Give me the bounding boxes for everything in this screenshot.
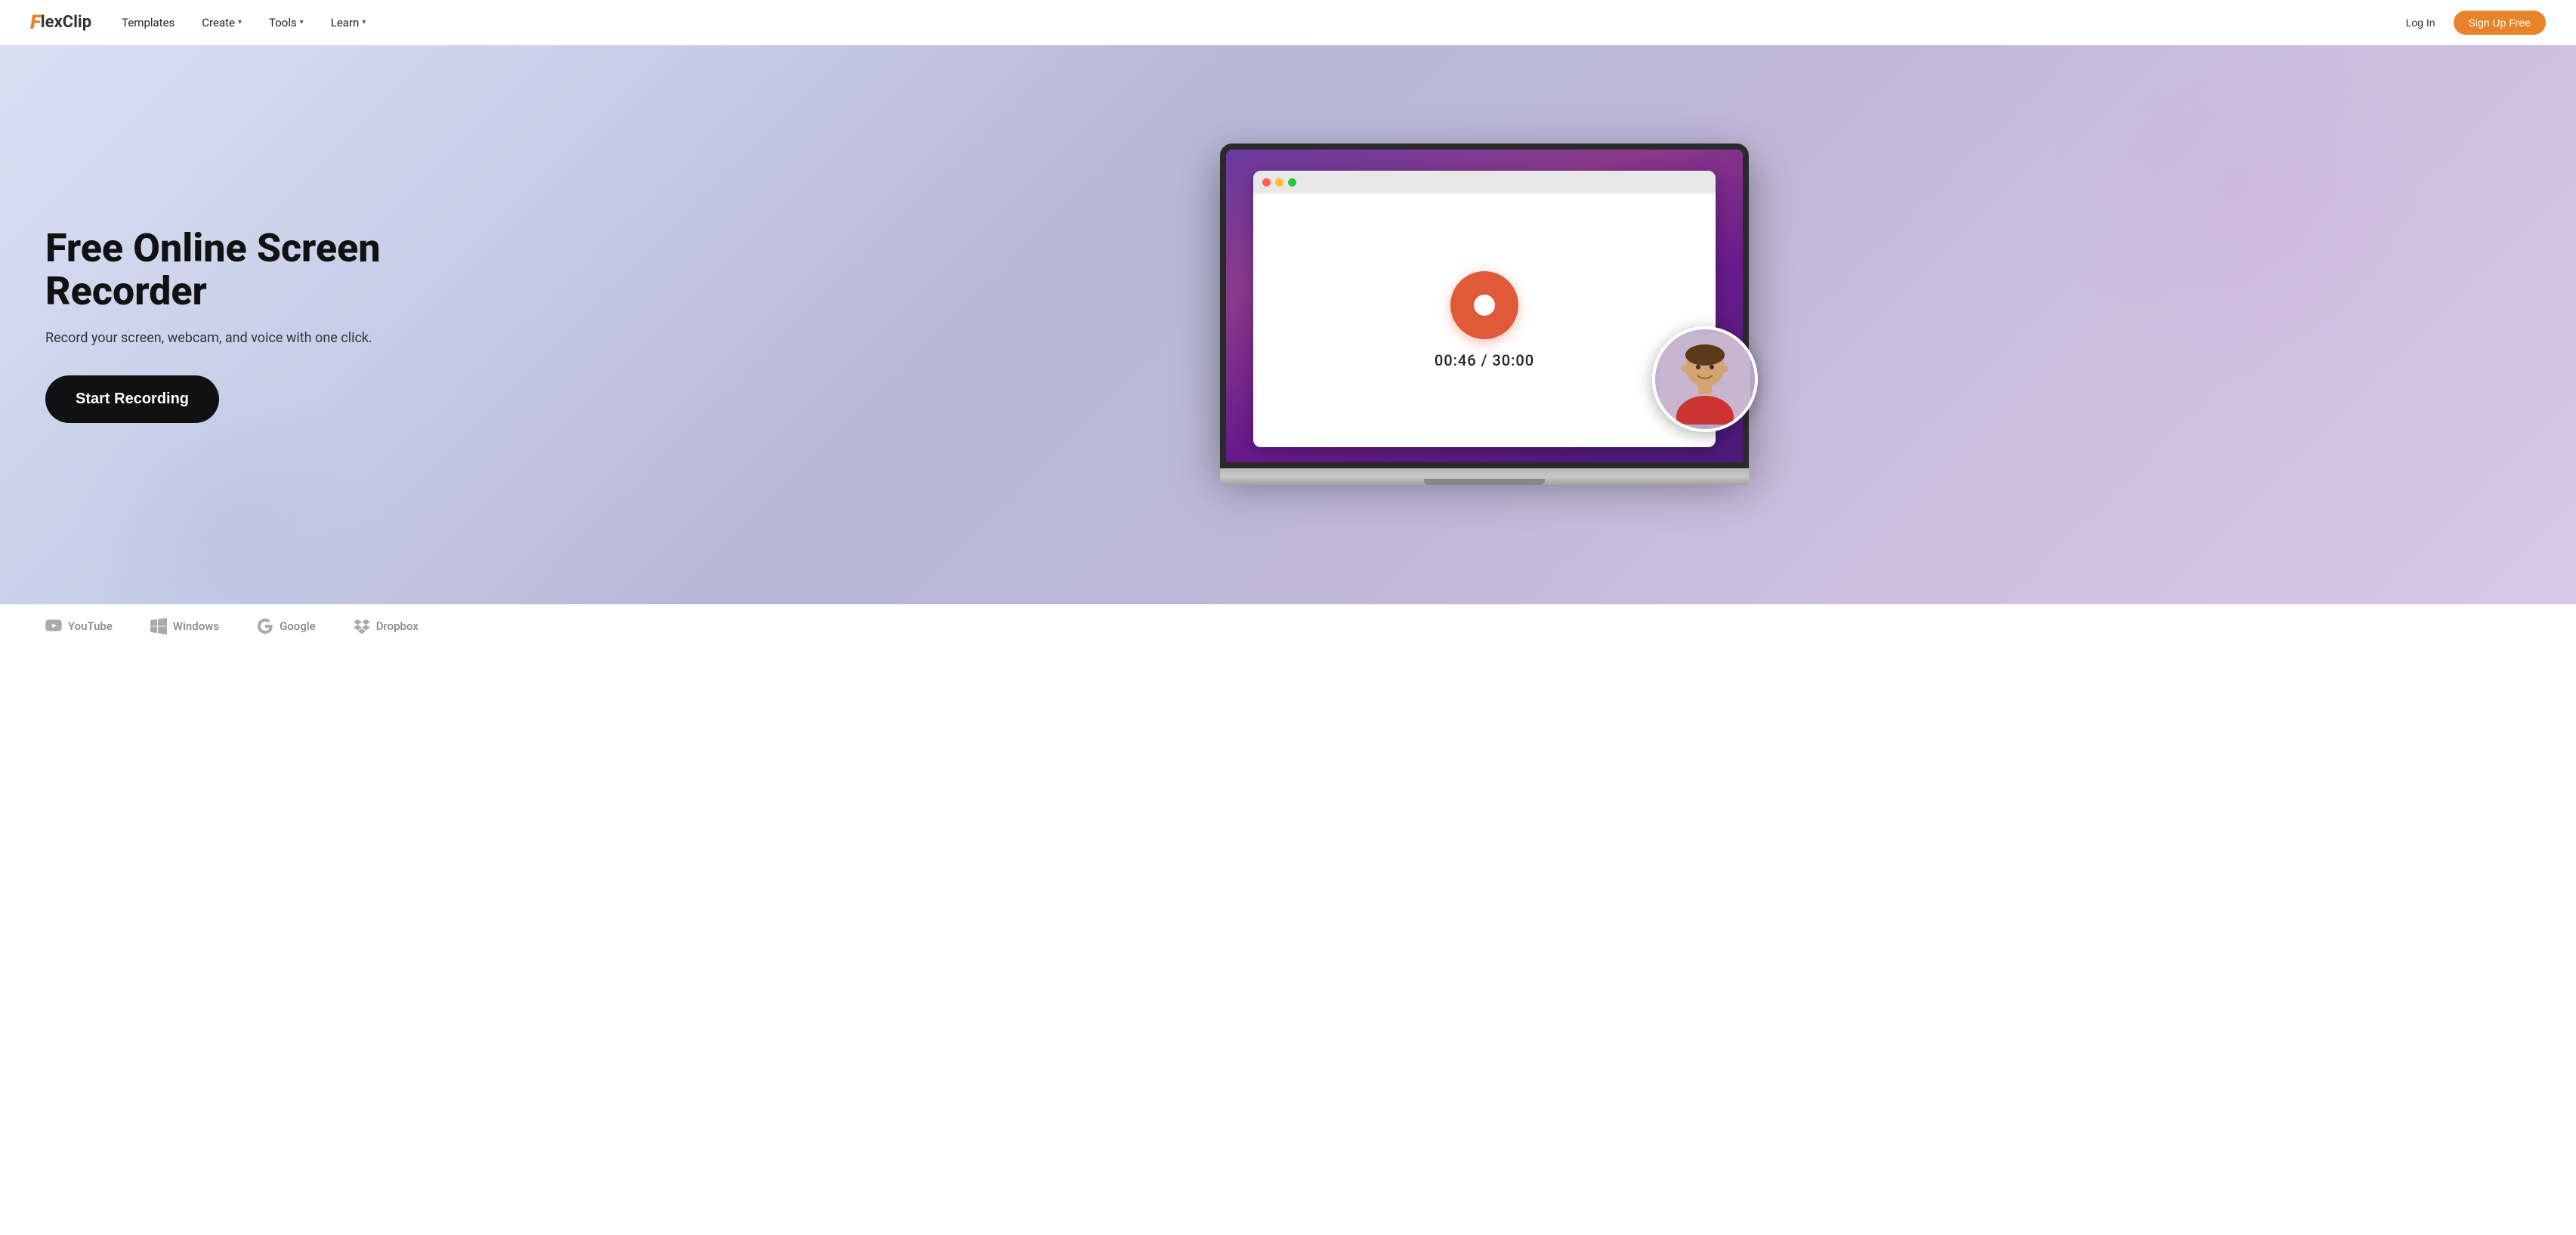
brands-bar: YouTube Windows Google Dropbox	[0, 604, 2576, 648]
browser-titlebar	[1253, 171, 1716, 193]
laptop-base	[1220, 468, 1749, 485]
laptop-mockup: 00:46 / 30:00	[1220, 144, 1749, 506]
window-maximize-dot	[1288, 178, 1296, 187]
window-minimize-dot	[1275, 178, 1283, 187]
hero-right: 00:46 / 30:00	[438, 144, 2531, 506]
window-close-dot	[1262, 178, 1271, 187]
logo-f-letter: F	[30, 11, 41, 34]
nav-link-templates[interactable]: Templates	[122, 16, 175, 29]
hero-subtitle: Record your screen, webcam, and voice wi…	[45, 328, 438, 348]
nav-item-templates[interactable]: Templates	[122, 16, 175, 29]
brand-dropbox-label: Dropbox	[376, 619, 419, 633]
brand-windows-label: Windows	[173, 619, 219, 633]
hero-left: Free Online Screen Recorder Record your …	[45, 227, 438, 423]
hero-title: Free Online Screen Recorder	[45, 227, 438, 313]
google-icon	[257, 618, 273, 634]
start-recording-button[interactable]: Start Recording	[45, 375, 219, 423]
nav-link-learn[interactable]: Learn ▾	[331, 16, 366, 29]
chevron-down-icon: ▾	[238, 18, 242, 26]
brand-windows: Windows	[150, 618, 219, 634]
brand-youtube: YouTube	[45, 618, 113, 634]
nav-item-learn[interactable]: Learn ▾	[331, 16, 366, 29]
nav-link-create[interactable]: Create ▾	[202, 16, 242, 29]
nav-link-tools[interactable]: Tools ▾	[269, 16, 304, 29]
browser-content: 00:46 / 30:00	[1253, 193, 1716, 447]
laptop: 00:46 / 30:00	[1220, 144, 1749, 485]
dropbox-icon	[354, 618, 370, 634]
login-button[interactable]: Log In	[2397, 12, 2445, 33]
laptop-screen: 00:46 / 30:00	[1220, 144, 1749, 468]
nav-item-create[interactable]: Create ▾	[202, 16, 242, 29]
brand-dropbox: Dropbox	[354, 618, 419, 634]
chevron-down-icon: ▾	[300, 18, 304, 26]
record-button-icon	[1450, 271, 1518, 339]
hero-section: Free Online Screen Recorder Record your …	[0, 45, 2576, 604]
navbar: FlexClip Templates Create ▾ Tools ▾ Lear…	[0, 0, 2576, 45]
brand-google-label: Google	[280, 619, 316, 633]
nav-label-create: Create	[202, 16, 235, 29]
recording-timer: 00:46 / 30:00	[1435, 351, 1534, 369]
brand-google: Google	[257, 618, 316, 634]
nav-label-tools: Tools	[269, 16, 297, 29]
windows-icon	[150, 618, 167, 634]
nav-label-learn: Learn	[331, 16, 360, 29]
signup-button[interactable]: Sign Up Free	[2454, 11, 2546, 35]
record-inner-circle	[1474, 295, 1495, 316]
nav-links: Templates Create ▾ Tools ▾ Learn ▾	[122, 16, 366, 29]
chevron-down-icon: ▾	[362, 18, 366, 26]
webcam-bubble	[1652, 326, 1758, 432]
logo-clip-text: lexClip	[41, 13, 91, 32]
nav-item-tools[interactable]: Tools ▾	[269, 16, 304, 29]
person-avatar-svg	[1660, 334, 1750, 425]
youtube-icon	[45, 618, 62, 634]
nav-label-templates: Templates	[122, 16, 175, 29]
browser-window: 00:46 / 30:00	[1253, 171, 1716, 447]
brand-youtube-label: YouTube	[68, 619, 113, 633]
nav-right: Log In Sign Up Free	[2397, 11, 2546, 35]
webcam-person	[1660, 334, 1750, 425]
logo[interactable]: FlexClip	[30, 11, 91, 34]
